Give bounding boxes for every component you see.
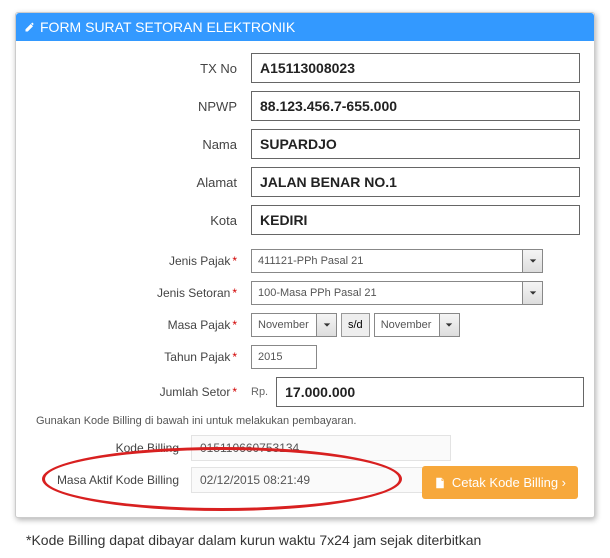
label-jumlah-setor: Jumlah Setor* <box>26 385 251 399</box>
form-panel: FORM SURAT SETORAN ELEKTRONIK TX No NPWP… <box>15 12 595 518</box>
currency-prefix: Rp. <box>251 386 268 398</box>
label-txno: TX No <box>26 61 251 76</box>
input-kota[interactable] <box>251 205 580 235</box>
input-txno[interactable] <box>251 53 580 83</box>
label-kode-billing: Kode Billing <box>26 441 191 455</box>
label-masa-aktif: Masa Aktif Kode Billing <box>26 473 191 487</box>
label-alamat: Alamat <box>26 175 251 190</box>
label-nama: Nama <box>26 137 251 152</box>
panel-header: FORM SURAT SETORAN ELEKTRONIK <box>16 13 594 41</box>
dropdown-icon[interactable] <box>440 313 460 337</box>
input-kode-billing <box>191 435 451 461</box>
select-masa-from[interactable]: November <box>251 313 317 337</box>
label-npwp: NPWP <box>26 99 251 114</box>
edit-icon <box>24 20 36 32</box>
document-icon <box>434 477 446 489</box>
input-jumlah-setor[interactable] <box>276 377 584 407</box>
input-alamat[interactable] <box>251 167 580 197</box>
label-tahun-pajak: Tahun Pajak* <box>26 350 251 364</box>
panel-body: TX No NPWP Nama Alamat Kota Jenis Pajak*… <box>16 41 594 517</box>
label-jenis-pajak: Jenis Pajak* <box>26 254 251 268</box>
panel-title: FORM SURAT SETORAN ELEKTRONIK <box>40 19 295 35</box>
input-masa-aktif <box>191 467 451 493</box>
dropdown-icon[interactable] <box>523 249 543 273</box>
select-jenis-pajak[interactable]: 411121-PPh Pasal 21 <box>251 249 523 273</box>
label-kota: Kota <box>26 213 251 228</box>
footnote: *Kode Billing dapat dibayar dalam kurun … <box>26 532 592 548</box>
dropdown-icon[interactable] <box>523 281 543 305</box>
select-jenis-setoran[interactable]: 100-Masa PPh Pasal 21 <box>251 281 523 305</box>
dropdown-icon[interactable] <box>317 313 337 337</box>
hint-text: Gunakan Kode Billing di bawah ini untuk … <box>36 415 584 427</box>
label-jenis-setoran: Jenis Setoran* <box>26 286 251 300</box>
input-npwp[interactable] <box>251 91 580 121</box>
select-masa-to[interactable]: November <box>374 313 440 337</box>
input-tahun-pajak[interactable] <box>251 345 317 369</box>
input-nama[interactable] <box>251 129 580 159</box>
separator-sd: s/d <box>341 313 370 337</box>
cetak-label: Cetak Kode Billing › <box>452 475 566 490</box>
cetak-kode-billing-button[interactable]: Cetak Kode Billing › <box>422 466 578 499</box>
label-masa-pajak: Masa Pajak* <box>26 318 251 332</box>
